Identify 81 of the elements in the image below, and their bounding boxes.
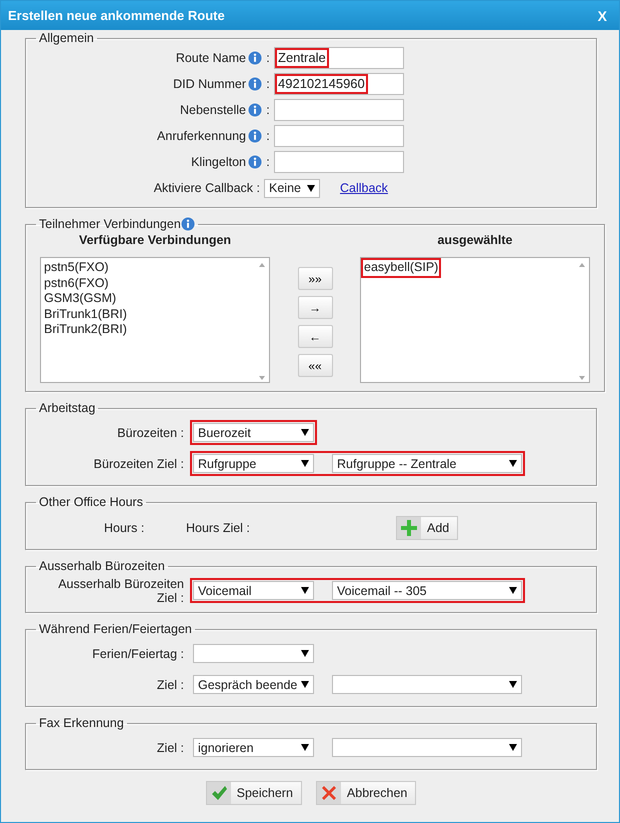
info-icon [248, 129, 262, 143]
field-label: Anruferkennung [156, 129, 246, 143]
field-label: Ferien/Feiertag : [91, 646, 185, 660]
field-label: Nebenstelle [178, 103, 246, 117]
move-button[interactable]: → [298, 296, 332, 319]
info-icon [248, 103, 262, 117]
group-legend: Arbeitstag [36, 401, 98, 415]
dropdown-arrow-icon [301, 587, 309, 594]
dropdown[interactable]: Keine [264, 178, 320, 198]
column-heading: Verfügbare Verbindungen [78, 233, 232, 247]
save-button[interactable]: Speichern [206, 781, 302, 805]
dropdown[interactable] [332, 738, 522, 757]
field-label: Bürozeiten : [116, 426, 185, 440]
text-field[interactable] [274, 99, 404, 121]
dropdown-arrow-icon [301, 650, 309, 657]
field-label: Klingelton [190, 155, 246, 169]
move-button[interactable]: »» [298, 267, 332, 290]
dropdown-arrow-icon [301, 460, 309, 467]
dropdown-arrow-icon [307, 184, 315, 192]
colon-label: : [265, 103, 271, 117]
list-item[interactable]: BriTrunk2(BRI) [43, 322, 128, 338]
dropdown[interactable]: Voicemail [193, 581, 314, 600]
dropdown-arrow-icon [509, 460, 517, 467]
dropdown-arrow-icon [509, 744, 517, 751]
dropdown-arrow-icon [509, 681, 517, 688]
dropdown[interactable]: ignorieren [193, 738, 314, 757]
list-item[interactable]: GSM3(GSM) [43, 291, 118, 306]
list-box[interactable]: pstn5(FXO) pstn6(FXO) GSM3(GSM) BriTrunk1(BRI) BriTrunk2(BRI) [40, 257, 270, 383]
list-item[interactable]: easybell(SIP) [363, 260, 440, 276]
group-legend: Während Ferien/Feiertagen [36, 622, 195, 636]
group-legend: Teilnehmer Verbindungen [39, 217, 181, 231]
group-legend: Allgemein [36, 31, 97, 45]
info-icon [248, 77, 262, 91]
group-legend: Fax Erkennung [36, 716, 127, 730]
field-label: Ziel : [156, 740, 185, 754]
text-field[interactable] [274, 125, 404, 147]
dropdown[interactable] [332, 675, 522, 694]
info-icon [248, 51, 262, 65]
dropdown[interactable] [193, 644, 314, 663]
callback-link[interactable]: Callback [340, 181, 388, 195]
dropdown[interactable]: Voicemail -- 305 [332, 581, 522, 600]
text-field[interactable]: 492102145960 [274, 73, 404, 95]
move-button[interactable]: ← [298, 325, 332, 348]
plus-icon [401, 520, 417, 536]
colon-label: : [265, 51, 271, 65]
field-label: Ziel : [156, 678, 185, 692]
dropdown[interactable]: Rufgruppe [193, 454, 314, 473]
list-item[interactable]: BriTrunk1(BRI) [43, 306, 128, 322]
dropdown-arrow-icon [301, 744, 309, 751]
text-field[interactable] [274, 151, 404, 173]
list-box[interactable]: easybell(SIP) [360, 257, 590, 383]
list-item[interactable]: pstn6(FXO) [43, 276, 110, 291]
dropdown-arrow-icon [509, 587, 517, 594]
dropdown[interactable]: Rufgruppe -- Zentrale [332, 454, 522, 473]
window-title: Erstellen neue ankommende Route [8, 8, 225, 23]
field-label: Aktiviere Callback : [152, 181, 260, 195]
field-label: Ausserhalb Bürozeiten Ziel : [57, 576, 185, 604]
colon-label: : [265, 155, 271, 169]
field-label: Hours Ziel : [186, 521, 251, 535]
move-button[interactable]: «« [298, 354, 332, 377]
add-button[interactable]: Add [396, 516, 458, 540]
dropdown[interactable]: Gespräch beende [193, 675, 314, 694]
column-heading: ausgewählte [437, 233, 513, 247]
cross-icon [320, 785, 337, 801]
info-icon [180, 217, 195, 231]
field-label: Route Name [174, 51, 246, 65]
dropdown-arrow-icon [301, 681, 309, 688]
group-legend: Other Office Hours [36, 495, 146, 509]
checkmark-icon [210, 785, 227, 801]
group-legend: Ausserhalb Bürozeiten [36, 559, 168, 573]
list-item[interactable]: pstn5(FXO) [43, 260, 110, 276]
field-label: Hours : [104, 521, 146, 535]
info-icon [248, 155, 262, 169]
dropdown-arrow-icon [301, 429, 309, 436]
dropdown[interactable]: Buerozeit [193, 423, 314, 442]
field-label: DID Nummer [172, 77, 246, 91]
field-label: Bürozeiten Ziel : [92, 456, 185, 470]
colon-label: : [265, 77, 271, 91]
cancel-button[interactable]: Abbrechen [316, 781, 416, 805]
colon-label: : [265, 129, 271, 143]
text-field[interactable]: Zentrale [274, 47, 404, 69]
